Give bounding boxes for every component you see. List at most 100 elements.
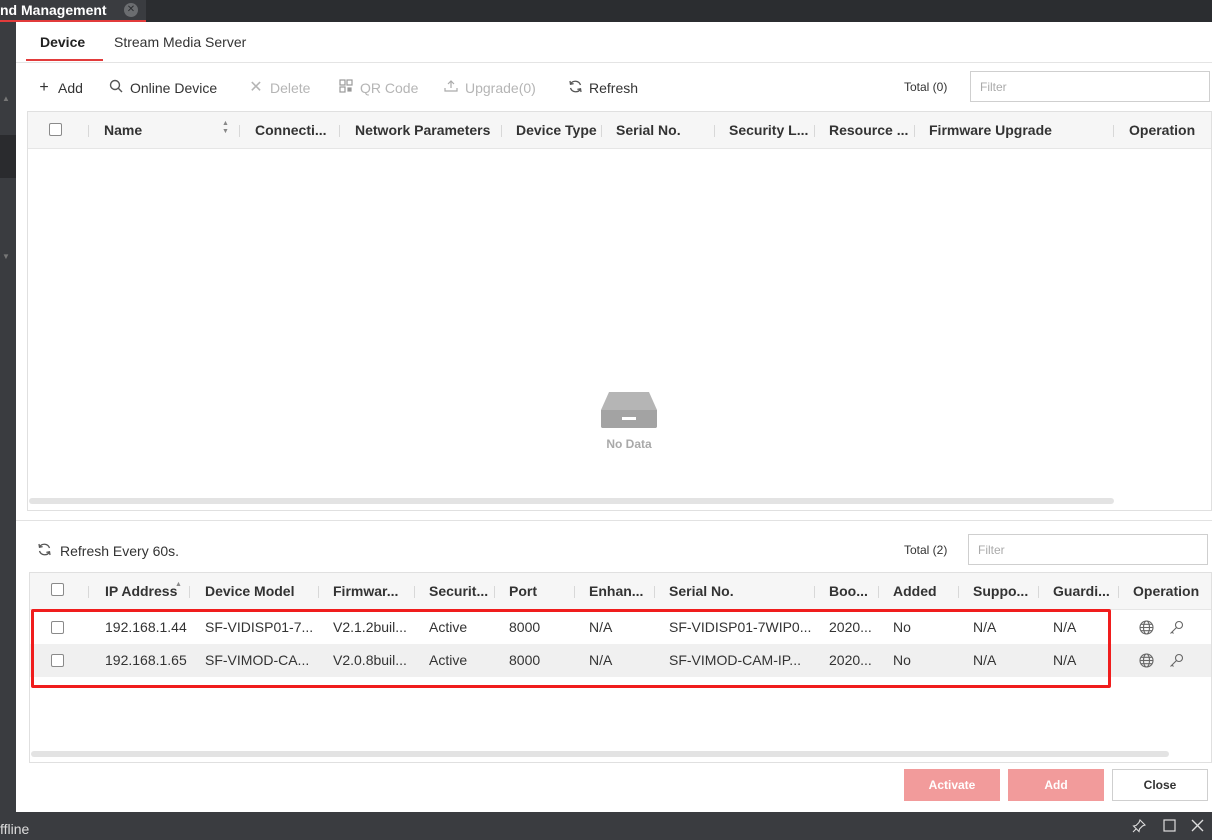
col-firmware[interactable]: Firmwar... <box>333 573 409 610</box>
cell-enhanced-sadp: N/A <box>589 652 613 668</box>
col-operation[interactable]: Operation <box>1129 112 1209 149</box>
cell-enhanced-sadp: N/A <box>589 619 613 635</box>
col-ip-address[interactable]: IP Address <box>105 573 185 610</box>
tab-stream-media-server[interactable]: Stream Media Server <box>114 34 246 50</box>
cell-guarding: N/A <box>1053 619 1077 635</box>
close-button[interactable]: Close <box>1112 769 1208 801</box>
qr-code-icon <box>338 79 354 97</box>
tab-bar: Device Stream Media Server <box>16 22 1212 63</box>
add-button[interactable]: + Add <box>36 78 83 98</box>
col-support[interactable]: Suppo... <box>973 573 1037 610</box>
table-row[interactable]: 192.168.1.44 SF-VIDISP01-7... V2.1.2buil… <box>30 611 1211 644</box>
device-filter-input[interactable] <box>970 71 1210 102</box>
add-button-label: Add <box>58 80 83 96</box>
sort-icon[interactable]: ▲ ▼ <box>222 120 229 136</box>
col-device-type[interactable]: Device Type <box>516 112 600 149</box>
col-serial-no[interactable]: Serial No. <box>616 112 712 149</box>
online-device-table: IP Address ▲ Device Model Firmwar... Sec… <box>29 572 1212 763</box>
window-title: nd Management <box>0 2 107 18</box>
maximize-icon[interactable] <box>1162 819 1176 833</box>
add-device-button[interactable]: Add <box>1008 769 1104 801</box>
horizontal-scrollbar[interactable] <box>31 751 1169 757</box>
table-row[interactable]: 192.168.1.65 SF-VIMOD-CA... V2.0.8buil..… <box>30 644 1211 677</box>
col-added[interactable]: Added <box>893 573 953 610</box>
side-nav: ▲ ▼ <box>0 22 16 812</box>
upgrade-button[interactable]: Upgrade(0) <box>443 78 536 98</box>
cell-support: N/A <box>973 652 997 668</box>
cell-support: N/A <box>973 619 997 635</box>
col-port[interactable]: Port <box>509 573 569 610</box>
empty-tray-icon <box>601 392 657 428</box>
col-resource-usage[interactable]: Resource ... <box>829 112 913 149</box>
device-table-header: Name ▲ ▼ Connecti... Network Parameters D… <box>28 112 1211 149</box>
online-total: Total (2) <box>904 543 948 557</box>
col-enhanced-sadp[interactable]: Enhan... <box>589 573 653 610</box>
cell-added: No <box>893 652 911 668</box>
cell-added: No <box>893 619 911 635</box>
cell-guarding: N/A <box>1053 652 1077 668</box>
col-boot-time[interactable]: Boo... <box>829 573 881 610</box>
refresh-icon <box>567 79 583 98</box>
online-device-button[interactable]: Online Device <box>108 78 217 98</box>
chevron-down-icon[interactable]: ▼ <box>2 252 10 261</box>
auto-refresh[interactable]: Refresh Every 60s. <box>37 542 179 560</box>
cell-firmware: V2.0.8buil... <box>333 652 407 668</box>
qr-code-label: QR Code <box>360 80 419 96</box>
chevron-up-icon[interactable]: ▲ <box>2 94 10 103</box>
row-checkbox[interactable] <box>51 621 64 634</box>
sort-icon[interactable]: ▲ <box>175 581 182 589</box>
cell-security: Active <box>429 619 468 635</box>
refresh-label: Refresh <box>589 80 639 96</box>
col-guarding[interactable]: Guardi... <box>1053 573 1117 610</box>
select-all-online-checkbox[interactable] <box>51 583 64 596</box>
cell-boot-time: 2020... <box>829 619 872 635</box>
search-icon <box>108 79 124 97</box>
col-security-level[interactable]: Security L... <box>729 112 813 149</box>
plus-icon: + <box>39 79 49 96</box>
delete-label: Delete <box>270 80 311 96</box>
col-device-model[interactable]: Device Model <box>205 573 317 610</box>
col-online-operation[interactable]: Operation <box>1133 573 1211 610</box>
window-tab[interactable]: nd Management ✕ <box>0 0 146 22</box>
delete-button[interactable]: ✕ Delete <box>248 78 310 98</box>
refresh-button[interactable]: Refresh <box>567 78 638 98</box>
refresh-icon <box>37 542 52 560</box>
globe-icon[interactable] <box>1138 653 1154 669</box>
online-table-header: IP Address ▲ Device Model Firmwar... Sec… <box>30 573 1211 610</box>
horizontal-scrollbar[interactable] <box>29 498 1114 504</box>
close-panel-icon[interactable] <box>1190 819 1204 833</box>
tab-underline <box>26 59 103 61</box>
refresh-interval-text: Refresh Every 60s. <box>60 543 180 559</box>
cell-serial-no: SF-VIMOD-CAM-IP... <box>669 652 801 668</box>
cell-ip-address: 192.168.1.65 <box>105 652 187 668</box>
close-icon: ✕ <box>249 79 263 96</box>
cell-port: 8000 <box>509 652 541 668</box>
device-total: Total (0) <box>904 80 948 94</box>
cell-port: 8000 <box>509 619 541 635</box>
col-firmware-upgrade[interactable]: Firmware Upgrade <box>929 112 1109 149</box>
side-nav-selected[interactable] <box>0 135 16 178</box>
col-network-parameters[interactable]: Network Parameters <box>355 112 501 149</box>
online-device-label: Online Device <box>130 80 218 96</box>
key-icon[interactable] <box>1168 653 1184 669</box>
tab-device[interactable]: Device <box>40 34 85 50</box>
no-data-text: No Data <box>606 437 652 451</box>
col-name[interactable]: Name <box>104 112 214 149</box>
col-security[interactable]: Securit... <box>429 573 495 610</box>
cell-security: Active <box>429 652 468 668</box>
qr-code-button[interactable]: QR Code <box>338 78 418 98</box>
pin-icon[interactable] <box>1132 819 1146 833</box>
activate-button[interactable]: Activate <box>904 769 1000 801</box>
cell-device-model: SF-VIMOD-CA... <box>205 652 310 668</box>
select-all-checkbox[interactable] <box>49 123 62 136</box>
col-online-serial-no[interactable]: Serial No. <box>669 573 809 610</box>
globe-icon[interactable] <box>1138 620 1154 636</box>
key-icon[interactable] <box>1168 620 1184 636</box>
col-connection[interactable]: Connecti... <box>255 112 337 149</box>
cell-firmware: V2.1.2buil... <box>333 619 407 635</box>
close-icon[interactable]: ✕ <box>124 3 138 17</box>
online-filter-input[interactable] <box>968 534 1208 565</box>
row-checkbox[interactable] <box>51 654 64 667</box>
cell-ip-address: 192.168.1.44 <box>105 619 187 635</box>
empty-state: No Data <box>588 388 670 451</box>
